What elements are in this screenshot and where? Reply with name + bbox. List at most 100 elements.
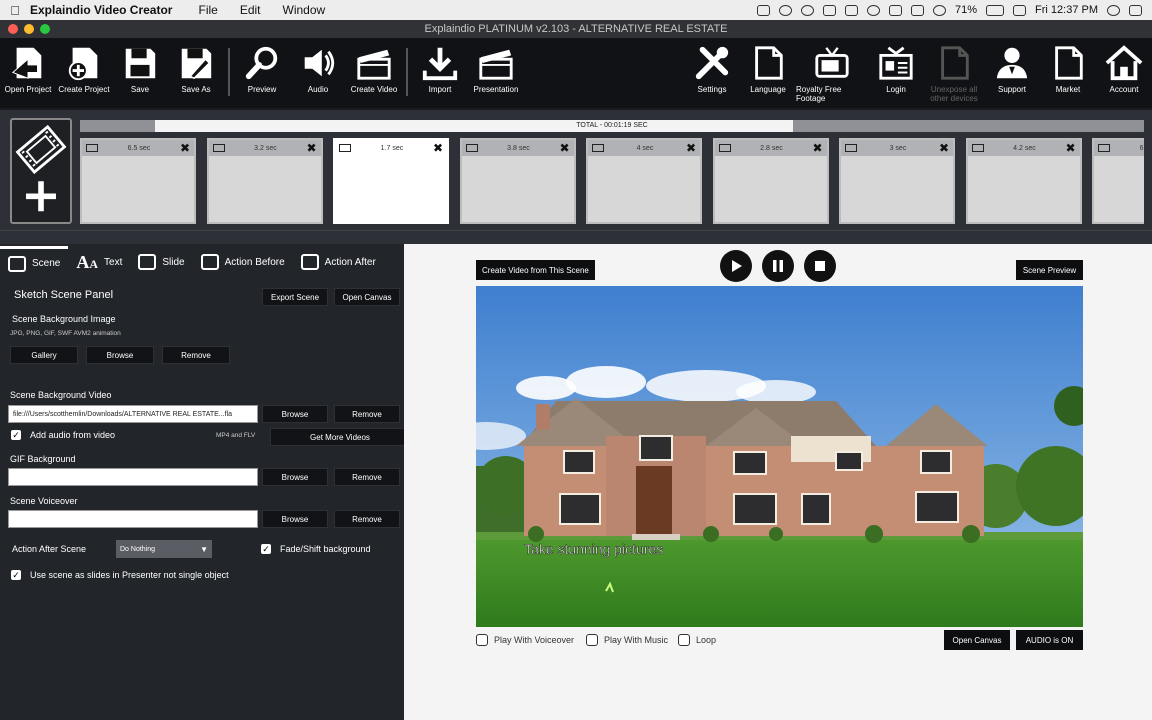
create-video-button[interactable]: Create Video bbox=[346, 44, 402, 94]
screen-icon[interactable] bbox=[889, 4, 902, 16]
notification-icon[interactable] bbox=[867, 4, 880, 16]
menu-window[interactable]: Window bbox=[283, 3, 326, 17]
preview-button[interactable]: Preview bbox=[234, 44, 290, 94]
browse-gif-button[interactable]: Browse bbox=[262, 468, 328, 486]
delete-slide-icon[interactable]: ✖ bbox=[433, 141, 443, 155]
save-as-button[interactable]: Save As bbox=[168, 44, 224, 94]
gallery-button[interactable]: Gallery bbox=[10, 346, 78, 364]
gif-bg-input[interactable] bbox=[8, 468, 258, 486]
bg-video-path-input[interactable]: file:///Users/scotthemlin/Downloads/ALTE… bbox=[8, 405, 258, 423]
support-button[interactable]: Support bbox=[984, 44, 1040, 94]
scene-canvas[interactable]: Take stunning pictures bbox=[476, 286, 1083, 627]
delete-slide-icon[interactable]: ✖ bbox=[939, 141, 949, 155]
timeline-slide[interactable]: 1.7 sec ✖ bbox=[333, 138, 449, 224]
spotlight-search-icon[interactable] bbox=[1107, 4, 1120, 16]
browse-voiceover-button[interactable]: Browse bbox=[262, 510, 328, 528]
pause-button[interactable] bbox=[762, 250, 794, 282]
loop-option[interactable]: Loop bbox=[678, 634, 716, 646]
export-scene-button[interactable]: Export Scene bbox=[262, 288, 328, 306]
wifi-icon[interactable] bbox=[933, 4, 946, 16]
status-icon[interactable] bbox=[801, 4, 814, 16]
tab-scene[interactable]: Scene bbox=[0, 246, 69, 278]
fade-shift-checkbox[interactable]: ✓ bbox=[261, 544, 271, 554]
browse-image-button[interactable]: Browse bbox=[86, 346, 154, 364]
menu-file[interactable]: File bbox=[198, 3, 217, 17]
get-more-videos-button[interactable]: Get More Videos bbox=[270, 428, 410, 446]
remove-image-button[interactable]: Remove bbox=[162, 346, 230, 364]
browse-video-button[interactable]: Browse bbox=[262, 405, 328, 423]
action-after-scene-select[interactable]: Do Nothing ▼ bbox=[116, 540, 212, 558]
bluetooth-icon[interactable] bbox=[911, 4, 924, 16]
login-button[interactable]: Login bbox=[868, 44, 924, 94]
scene-preview-button[interactable]: Scene Preview bbox=[1016, 260, 1083, 280]
unexpose-devices-button[interactable]: Unexpose all other devices bbox=[924, 44, 984, 103]
open-canvas-preview-button[interactable]: Open Canvas bbox=[944, 630, 1010, 650]
delete-slide-icon[interactable]: ✖ bbox=[559, 141, 569, 155]
settings-button[interactable]: Settings bbox=[684, 44, 740, 94]
add-audio-checkbox[interactable]: ✓ bbox=[11, 430, 21, 440]
flag-icon[interactable] bbox=[1013, 4, 1027, 16]
timeline-slide[interactable]: 6.3 sec✖ bbox=[1092, 138, 1144, 224]
timeline-slide[interactable]: 4.2 sec ✖ bbox=[965, 138, 1082, 224]
total-duration-bar[interactable]: TOTAL - 00:01:19 SEC bbox=[80, 120, 1144, 132]
play-button[interactable] bbox=[720, 250, 752, 282]
zoom-window-button[interactable] bbox=[40, 24, 50, 34]
delete-slide-icon[interactable]: ✖ bbox=[686, 141, 696, 155]
tab-text[interactable]: AA Text bbox=[68, 246, 130, 278]
voiceover-input[interactable] bbox=[8, 510, 258, 528]
open-project-button[interactable]: Open Project bbox=[0, 44, 56, 94]
remove-voiceover-button[interactable]: Remove bbox=[334, 510, 400, 528]
timeline-slide[interactable]: 3.8 sec ✖ bbox=[459, 138, 576, 224]
loop-checkbox[interactable] bbox=[678, 634, 690, 646]
mp4-flv-note: MP4 and FLV bbox=[216, 432, 256, 439]
timeline-slide[interactable]: 4 sec ✖ bbox=[586, 138, 702, 224]
clock[interactable]: Fri 12:37 PM bbox=[1035, 4, 1098, 16]
timeline-slide[interactable]: 6.5 sec ✖ bbox=[80, 138, 196, 224]
toolbar-separator bbox=[406, 48, 408, 96]
market-button[interactable]: Market bbox=[1040, 44, 1096, 94]
timeline-slide[interactable]: 3.2 sec ✖ bbox=[206, 138, 323, 224]
delete-slide-icon[interactable]: ✖ bbox=[306, 141, 316, 155]
menu-app-name[interactable]: Explaindio Video Creator bbox=[30, 3, 172, 17]
tab-action-after[interactable]: Action After bbox=[293, 246, 384, 278]
presentation-button[interactable]: Presentation bbox=[468, 44, 524, 94]
delete-slide-icon[interactable]: ✖ bbox=[812, 141, 822, 155]
remove-video-button[interactable]: Remove bbox=[334, 405, 400, 423]
clapper-icon bbox=[479, 49, 513, 80]
menu-edit[interactable]: Edit bbox=[240, 3, 261, 17]
create-video-from-scene-button[interactable]: Create Video from This Scene bbox=[476, 260, 595, 280]
status-icon[interactable] bbox=[823, 4, 836, 16]
status-icon[interactable] bbox=[779, 4, 792, 16]
status-icon[interactable] bbox=[845, 4, 858, 16]
account-button[interactable]: Account bbox=[1096, 44, 1152, 94]
stop-button[interactable] bbox=[804, 250, 836, 282]
play-with-voiceover-option[interactable]: Play With Voiceover bbox=[476, 634, 574, 646]
create-project-button[interactable]: Create Project bbox=[56, 44, 112, 94]
close-window-button[interactable] bbox=[8, 24, 18, 34]
delete-slide-icon[interactable]: ✖ bbox=[180, 141, 190, 155]
minimize-window-button[interactable] bbox=[24, 24, 34, 34]
tab-slide[interactable]: Slide bbox=[130, 246, 192, 278]
scene-caption[interactable]: Take stunning pictures bbox=[524, 541, 664, 558]
use-as-slides-checkbox[interactable]: ✓ bbox=[11, 570, 21, 580]
royalty-free-footage-button[interactable]: Royalty Free Footage bbox=[796, 44, 868, 103]
open-canvas-button[interactable]: Open Canvas bbox=[334, 288, 400, 306]
timeline-slide[interactable]: 2.8 sec ✖ bbox=[712, 138, 829, 224]
play-with-music-checkbox[interactable] bbox=[586, 634, 598, 646]
remove-gif-button[interactable]: Remove bbox=[334, 468, 400, 486]
play-with-music-option[interactable]: Play With Music bbox=[586, 634, 668, 646]
delete-slide-icon[interactable]: ✖ bbox=[1065, 141, 1075, 155]
play-with-voiceover-checkbox[interactable] bbox=[476, 634, 488, 646]
apple-icon[interactable]:  bbox=[0, 3, 30, 18]
status-icon[interactable] bbox=[757, 4, 770, 16]
import-button[interactable]: Import bbox=[412, 44, 468, 94]
audio-button[interactable]: Audio bbox=[290, 44, 346, 94]
notification-center-icon[interactable] bbox=[1129, 4, 1142, 16]
save-button[interactable]: Save bbox=[112, 44, 168, 94]
battery-icon[interactable] bbox=[986, 4, 1005, 16]
language-button[interactable]: Language bbox=[740, 44, 796, 94]
add-slide-button[interactable] bbox=[10, 118, 72, 224]
tab-action-before[interactable]: Action Before bbox=[193, 246, 293, 278]
timeline-slide[interactable]: 3 sec ✖ bbox=[839, 138, 955, 224]
audio-toggle-button[interactable]: AUDIO is ON bbox=[1016, 630, 1083, 650]
